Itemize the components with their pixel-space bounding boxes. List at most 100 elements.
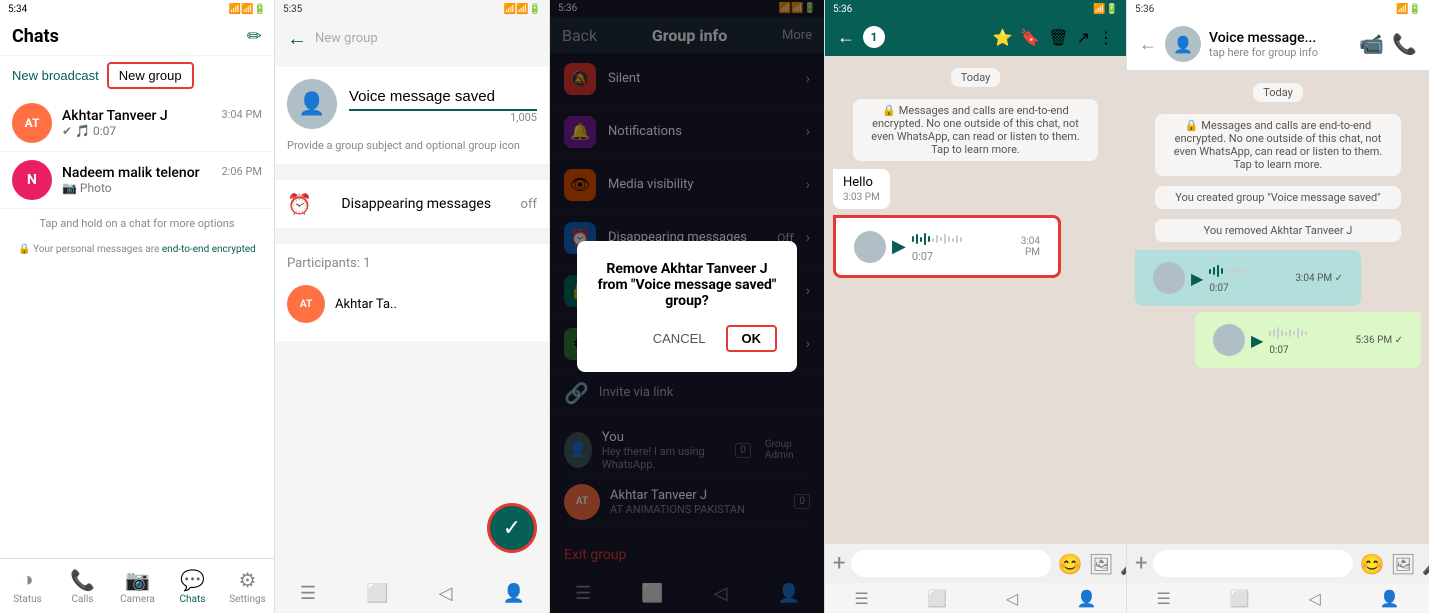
- nav-chats[interactable]: 💬 Chats: [165, 559, 220, 613]
- modal-cancel-button[interactable]: CANCEL: [645, 325, 714, 352]
- bottom-home-icon[interactable]: ⬜: [366, 583, 388, 604]
- participant-item-1[interactable]: AT Akhtar Ta..: [287, 279, 537, 329]
- calls-icon: 📞: [70, 568, 95, 592]
- star-icon[interactable]: ⭐: [992, 28, 1012, 47]
- bbar-person-4[interactable]: 👤: [1077, 589, 1097, 608]
- time-5: 5:36: [1135, 4, 1154, 15]
- emoji-icon-2[interactable]: 😊: [1359, 552, 1384, 576]
- trash-icon[interactable]: 🗑: [1048, 28, 1068, 47]
- participant-avatar-1: AT: [287, 285, 325, 323]
- bottom-bar-5: ☰ ⬜ ◁ 👤: [1127, 583, 1429, 613]
- bbar-back-4[interactable]: ◁: [1006, 589, 1018, 608]
- more-icon[interactable]: ⋮: [1098, 28, 1114, 47]
- plus-icon-2[interactable]: +: [1135, 551, 1147, 576]
- timer-icon: ⏰: [287, 192, 312, 216]
- voice-avatar-2s: [1213, 324, 1245, 356]
- voice-msg-2-received[interactable]: ▶ 0:07: [1135, 250, 1361, 306]
- char-count: 1,005: [349, 111, 537, 124]
- voice-msg-received[interactable]: ▶: [833, 215, 1061, 278]
- group-edit-header: ← New group: [275, 18, 549, 59]
- bbar-person-5[interactable]: 👤: [1380, 589, 1400, 608]
- chat2-sub: tap here for group info: [1209, 46, 1351, 59]
- participants-section: Participants: 1 AT Akhtar Ta..: [275, 244, 549, 341]
- voice-duration-2a: 0:07: [1209, 283, 1289, 294]
- bookmark-icon[interactable]: 🔖: [1020, 28, 1040, 47]
- chat-input-bar-1: + 😊 🖼 🎤: [825, 544, 1126, 583]
- new-group-button[interactable]: New group: [107, 62, 194, 89]
- modal-ok-button[interactable]: OK: [726, 325, 778, 352]
- bbar-menu-4[interactable]: ☰: [854, 589, 868, 608]
- chats-icon: 💬: [180, 568, 205, 592]
- voice-play-icon[interactable]: ▶: [892, 236, 906, 257]
- chat2-header: ← 👤 Voice message... tap here for group …: [1127, 18, 1429, 71]
- bbar-home-5[interactable]: ⬜: [1230, 589, 1250, 608]
- hello-time: 3:03 PM: [843, 192, 880, 203]
- chat-header-1: ← 1 ⭐ 🔖 🗑 ↗ ⋮: [825, 18, 1126, 56]
- back-arrow-2[interactable]: ←: [287, 26, 307, 51]
- chat-item-2[interactable]: N Nadeem malik telenor 2:06 PM 📷 Photo: [0, 152, 274, 209]
- disappearing-value: off: [521, 197, 537, 212]
- signal-4: 📶🔋: [1093, 4, 1118, 15]
- bottom-back-icon[interactable]: ◁: [439, 583, 453, 604]
- nav-calls[interactable]: 📞 Calls: [55, 559, 110, 613]
- chat-preview-1: ✔ 🎵 0:07: [62, 124, 262, 138]
- nav-camera[interactable]: 📷 Camera: [110, 559, 165, 613]
- status-bar-4: 5:36 📶🔋: [825, 0, 1126, 18]
- voice-play-2[interactable]: ▶: [1191, 269, 1203, 288]
- mic-icon-1[interactable]: 🎤: [1120, 552, 1127, 576]
- voice-msg-2-sent[interactable]: ▶ 0:07: [1195, 312, 1421, 368]
- bbar-back-5[interactable]: ◁: [1308, 589, 1320, 608]
- day-label-2: Today: [1253, 83, 1303, 102]
- system-msg-2: 🔒 Messages and calls are end-to-end encr…: [1155, 114, 1401, 176]
- nav-status[interactable]: ◑ Status: [0, 559, 55, 613]
- bbar-home-4[interactable]: ⬜: [927, 589, 947, 608]
- chat-back-btn-1[interactable]: ←: [837, 27, 855, 48]
- bbar-menu-5[interactable]: ☰: [1156, 589, 1170, 608]
- phone-icon-2[interactable]: 📞: [1392, 32, 1417, 56]
- chat2-back-btn[interactable]: ←: [1139, 34, 1157, 55]
- waveform-received: [912, 230, 1012, 248]
- disappearing-section: ⏰ Disappearing messages off: [275, 180, 549, 228]
- system-msg-1: 🔒 Messages and calls are end-to-end encr…: [853, 99, 1098, 161]
- fab-button[interactable]: ✓: [487, 503, 537, 553]
- voice-duration-1: 0:07: [912, 250, 1012, 263]
- chat-avatar-2: N: [12, 160, 52, 200]
- chat-item-1[interactable]: AT Akhtar Tanveer J 3:04 PM ✔ 🎵 0:07: [0, 95, 274, 152]
- group-subject-hint: Provide a group subject and optional gro…: [287, 139, 537, 152]
- group-avatar-circle[interactable]: 👤: [287, 79, 337, 129]
- mic-icon-2[interactable]: 🎤: [1422, 552, 1429, 576]
- participants-count: Participants: 1: [287, 256, 537, 271]
- status-bar-5: 5:36 📶🔋: [1127, 0, 1429, 18]
- voice-msg-content: ▶: [846, 224, 1048, 269]
- bottom-nav: ◑ Status 📞 Calls 📷 Camera 💬 Chats ⚙ Sett…: [0, 558, 275, 613]
- image-icon-1[interactable]: 🖼: [1088, 552, 1113, 576]
- voice-play-2s[interactable]: ▶: [1251, 331, 1263, 350]
- modal-title: Remove Akhtar Tanveer J from "Voice mess…: [597, 261, 777, 309]
- panel-group-settings: 5:36 📶📶🔋 Back Group info More 🔕 Silent ›…: [550, 0, 825, 613]
- hello-text: Hello: [843, 175, 880, 190]
- voice-time-2b: 5:36 PM: [1355, 335, 1392, 346]
- remove-modal-overlay: Remove Akhtar Tanveer J from "Voice mess…: [550, 0, 824, 613]
- camera-icon: 📷: [125, 568, 150, 592]
- chat-messages-2: Today 🔒 Messages and calls are end-to-en…: [1127, 71, 1429, 544]
- group-name-input[interactable]: [349, 84, 537, 111]
- voice-duration-2b: 0:07: [1269, 345, 1349, 356]
- encrypted-link[interactable]: end-to-end encrypted: [162, 244, 256, 255]
- bottom-person-icon[interactable]: 👤: [503, 583, 525, 604]
- disappearing-item[interactable]: ⏰ Disappearing messages off: [287, 192, 537, 216]
- plus-icon-1[interactable]: +: [833, 551, 845, 576]
- share-icon[interactable]: ↗: [1077, 28, 1090, 47]
- chat-input-1[interactable]: [851, 550, 1051, 577]
- panel-chat-2: 5:36 📶🔋 ← 👤 Voice message... tap here fo…: [1127, 0, 1429, 613]
- new-broadcast-button[interactable]: New broadcast: [12, 68, 99, 83]
- nav-settings[interactable]: ⚙ Settings: [220, 559, 275, 613]
- status-bar-2: 5:35 📶📶🔋: [275, 0, 549, 18]
- bottom-menu-icon[interactable]: ☰: [300, 583, 316, 604]
- chat-info-1: Akhtar Tanveer J 3:04 PM ✔ 🎵 0:07: [62, 108, 262, 138]
- emoji-icon-1[interactable]: 😊: [1057, 552, 1082, 576]
- video-icon-2[interactable]: 📹: [1359, 32, 1384, 56]
- image-icon-2[interactable]: 🖼: [1390, 552, 1415, 576]
- chat-input-2[interactable]: [1153, 550, 1353, 577]
- edit-icon[interactable]: ✏: [247, 26, 262, 47]
- panel-group-edit: 5:35 📶📶🔋 ← New group 👤 1,005 Provide a g…: [275, 0, 550, 613]
